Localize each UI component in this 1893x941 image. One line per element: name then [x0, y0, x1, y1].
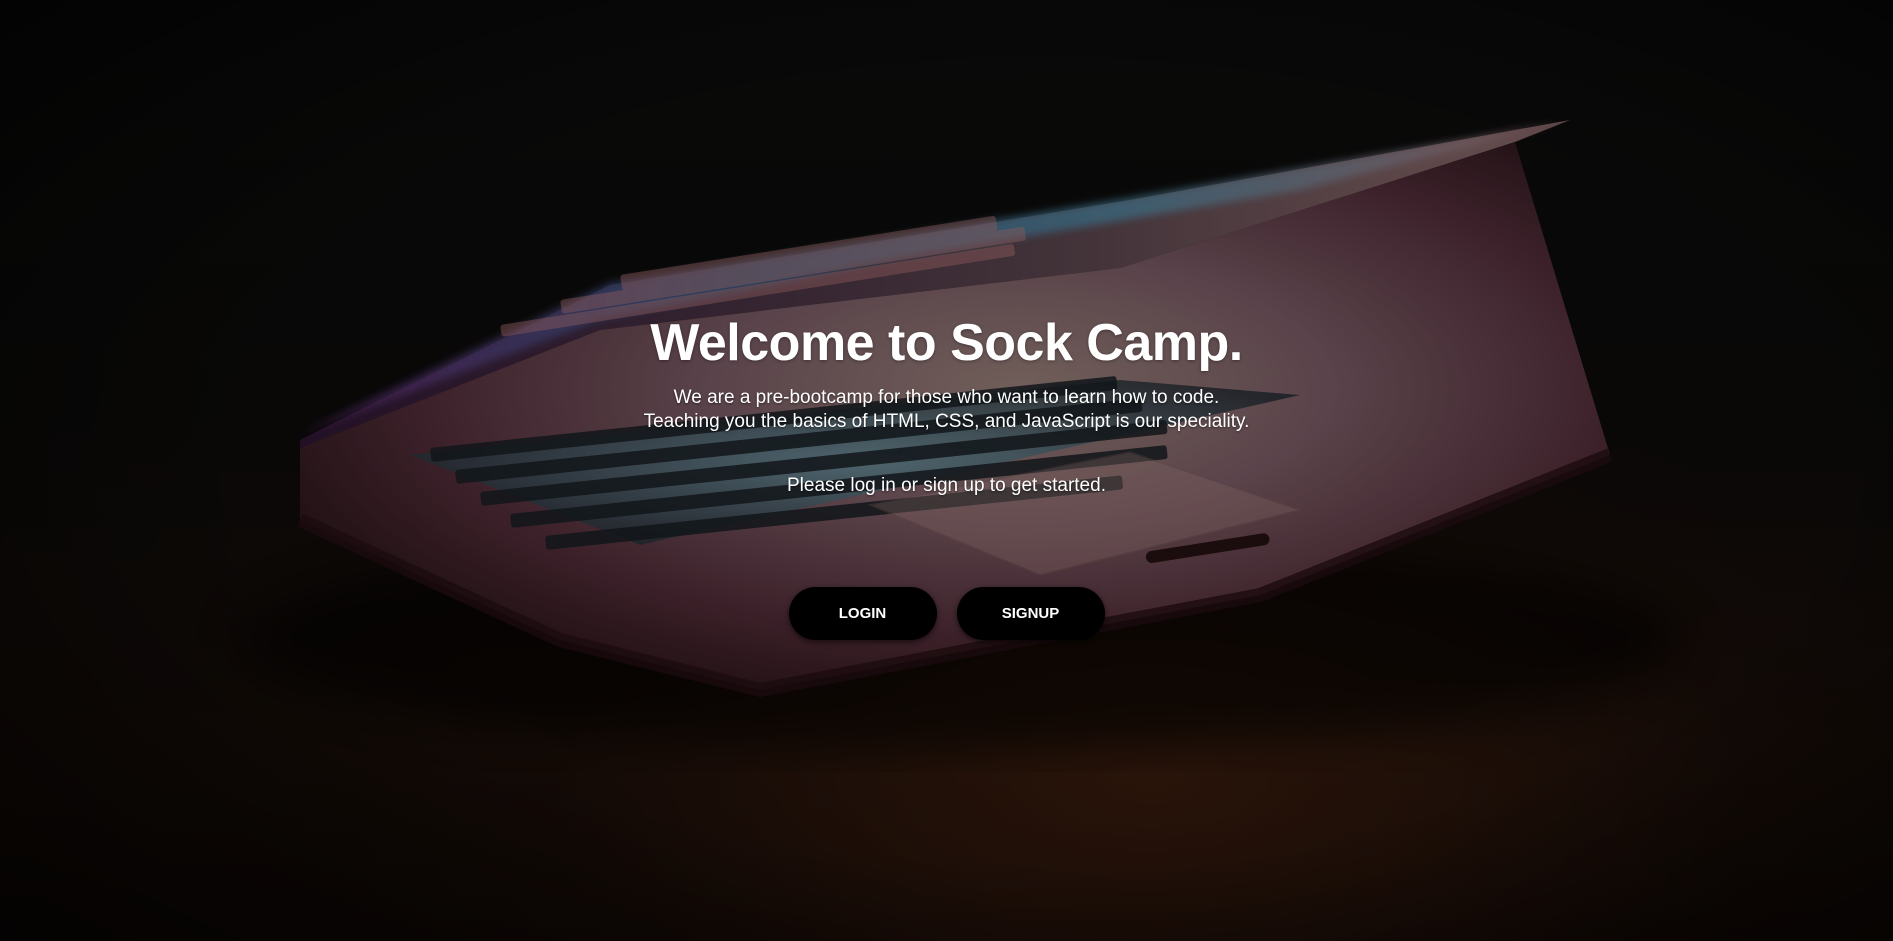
page-title: Welcome to Sock Camp. [650, 314, 1243, 372]
login-button[interactable]: LOGIN [788, 587, 937, 640]
signup-button[interactable]: SIGNUP [956, 587, 1105, 640]
hero-description-line-1: We are a pre-bootcamp for those who want… [673, 387, 1220, 408]
auth-button-group: LOGIN SIGNUP [0, 587, 1893, 640]
hero-section: Welcome to Sock Camp. We are a pre-bootc… [0, 310, 1893, 498]
hero-description: We are a pre-bootcamp for those who want… [0, 386, 1893, 434]
landing-page: Welcome to Sock Camp. We are a pre-bootc… [0, 0, 1893, 941]
call-to-action-text: Please log in or sign up to get started. [787, 475, 1106, 496]
hero-description-line-2: Teaching you the basics of HTML, CSS, an… [643, 411, 1250, 432]
